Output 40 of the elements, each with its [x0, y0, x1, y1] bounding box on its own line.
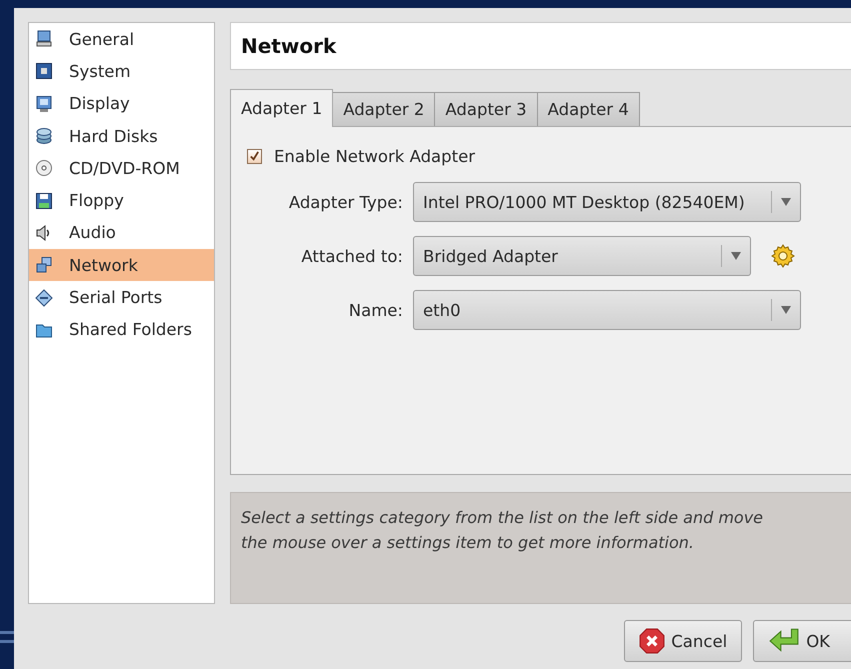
enter-arrow-icon	[768, 628, 800, 654]
field-label: Adapter Type:	[288, 192, 403, 212]
field-label: Attached to:	[300, 246, 403, 266]
sidebar-item[interactable]: General	[29, 23, 214, 56]
dropdown[interactable]: Intel PRO/1000 MT Desktop (82540EM)	[413, 182, 801, 222]
adapter-tab[interactable]: Adapter 4	[536, 92, 640, 126]
checkbox-label[interactable]: Enable Network Adapter	[274, 147, 476, 166]
info-text: Select a settings category from the list on the left side and move the mouse over a settings item to get more information.	[230, 492, 851, 604]
dropdown[interactable]: eth0	[413, 290, 801, 330]
computer-icon	[35, 30, 53, 48]
chip-icon	[35, 62, 53, 80]
checkbox[interactable]	[247, 149, 262, 164]
sidebar-item[interactable]: Floppy	[29, 184, 214, 217]
disk-stack-icon	[35, 127, 53, 146]
disc-icon	[35, 159, 53, 178]
adapter-tab[interactable]: Adapter 1	[230, 89, 334, 127]
sidebar-item[interactable]: Display	[29, 88, 214, 120]
sidebar-item[interactable]: Serial Ports	[29, 281, 214, 314]
settings-button[interactable]	[771, 244, 795, 268]
gear-icon	[771, 244, 795, 268]
sidebar-item[interactable]: Audio	[29, 216, 214, 250]
cancel-button[interactable]: Cancel	[624, 620, 742, 662]
dropdown[interactable]: Bridged Adapter	[413, 236, 751, 276]
sidebar-item[interactable]: Hard Disks	[29, 120, 214, 152]
dropdown-arrow-icon	[731, 252, 741, 260]
dropdown-arrow-icon	[781, 306, 791, 314]
adapter-tab[interactable]: Adapter 3	[434, 92, 538, 126]
sidebar-item[interactable]: Shared Folders	[29, 314, 214, 346]
diamond-icon	[35, 288, 53, 307]
sidebar-item[interactable]: System	[29, 55, 214, 88]
network-icon	[35, 256, 53, 274]
close-icon	[639, 628, 666, 654]
dropdown-arrow-icon	[781, 198, 791, 206]
page-title: Network	[230, 22, 851, 70]
sidebar-item[interactable]: Network	[29, 249, 214, 282]
monitor-icon	[35, 94, 53, 113]
field-label: Name:	[348, 300, 403, 320]
sidebar-item[interactable]: CD/DVD-ROM	[29, 152, 214, 184]
adapter-tab[interactable]: Adapter 2	[332, 92, 436, 126]
ok-button[interactable]: OK	[753, 620, 851, 662]
